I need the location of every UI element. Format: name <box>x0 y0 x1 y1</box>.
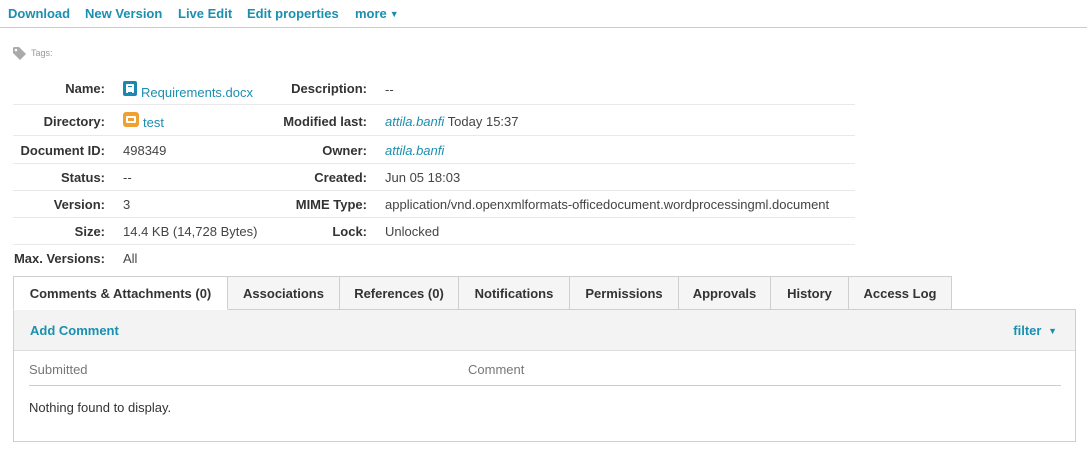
version-label: Version: <box>53 197 105 212</box>
modified-time: Today 15:37 <box>447 114 519 129</box>
modified-label: Modified last: <box>283 114 367 129</box>
document-id-value: 498349 <box>123 143 167 158</box>
directory-label: Directory: <box>43 114 105 129</box>
filter-toggle[interactable]: filter ▼ <box>1013 323 1057 338</box>
lock-label: Lock: <box>332 224 367 239</box>
mime-type-value: application/vnd.openxmlformats-officedoc… <box>385 197 830 212</box>
tags-label: Tags: <box>31 48 53 58</box>
size-value: 14.4 KB (14,728 Bytes) <box>123 224 258 239</box>
max-versions-value: All <box>123 251 138 266</box>
more-menu[interactable]: more ▼ <box>355 6 399 21</box>
row-divider <box>13 244 855 245</box>
created-label: Created: <box>314 170 367 185</box>
tab-associations[interactable]: Associations <box>227 276 340 310</box>
document-id-label: Document ID: <box>20 143 106 158</box>
tab-approvals[interactable]: Approvals <box>678 276 771 310</box>
tags-section: Tags: <box>13 46 53 60</box>
row-divider <box>13 104 855 105</box>
lock-value: Unlocked <box>385 224 440 239</box>
row-divider <box>13 217 855 218</box>
modified-value: attila.banfi Today 15:37 <box>385 114 519 129</box>
owner-link[interactable]: attila.banfi <box>385 143 444 158</box>
row-divider <box>13 135 855 136</box>
name-label: Name: <box>65 81 105 96</box>
tab-access-log[interactable]: Access Log <box>848 276 952 310</box>
tag-icon <box>13 46 26 60</box>
header-divider <box>29 385 1061 386</box>
comments-panel: Add Comment filter ▼ Submitted Comment N… <box>13 309 1076 442</box>
modified-user-link[interactable]: attila.banfi <box>385 114 444 129</box>
filter-label: filter <box>1013 323 1042 338</box>
row-divider <box>13 163 855 164</box>
document-toolbar: Download New Version Live Edit Edit prop… <box>0 0 1087 28</box>
tab-history[interactable]: History <box>770 276 849 310</box>
tab-notifications[interactable]: Notifications <box>458 276 570 310</box>
column-header-comment[interactable]: Comment <box>468 362 524 377</box>
status-value: -- <box>123 170 132 185</box>
created-value: Jun 05 18:03 <box>385 170 461 185</box>
name-value[interactable]: Requirements.docx <box>123 81 253 100</box>
tab-references[interactable]: References (0) <box>339 276 459 310</box>
column-header-submitted[interactable]: Submitted <box>29 362 88 377</box>
version-value: 3 <box>123 197 131 212</box>
row-divider <box>13 190 855 191</box>
caret-down-icon: ▼ <box>389 9 399 19</box>
max-versions-label: Max. Versions: <box>13 251 105 266</box>
docx-file-icon <box>123 81 137 96</box>
empty-table-message: Nothing found to display. <box>29 400 172 415</box>
file-name-link[interactable]: Requirements.docx <box>141 85 253 100</box>
description-value: -- <box>385 82 394 97</box>
live-edit-link[interactable]: Live Edit <box>178 6 232 21</box>
description-label: Description: <box>291 81 367 96</box>
mime-type-label: MIME Type: <box>295 197 367 212</box>
folder-icon <box>123 112 139 127</box>
more-label: more <box>355 6 387 21</box>
caret-down-icon: ▼ <box>1048 326 1057 336</box>
download-link[interactable]: Download <box>8 6 70 21</box>
owner-label: Owner: <box>322 143 367 158</box>
size-label: Size: <box>74 224 105 239</box>
directory-link[interactable]: test <box>143 115 164 130</box>
edit-properties-link[interactable]: Edit properties <box>247 6 339 21</box>
tab-permissions[interactable]: Permissions <box>569 276 679 310</box>
status-label: Status: <box>60 170 105 185</box>
add-comment-link[interactable]: Add Comment <box>30 323 119 338</box>
panel-action-bar: Add Comment filter ▼ <box>14 310 1075 351</box>
directory-value[interactable]: test <box>123 112 164 130</box>
new-version-link[interactable]: New Version <box>85 6 162 21</box>
tab-comments-attachments[interactable]: Comments & Attachments (0) <box>13 276 228 310</box>
